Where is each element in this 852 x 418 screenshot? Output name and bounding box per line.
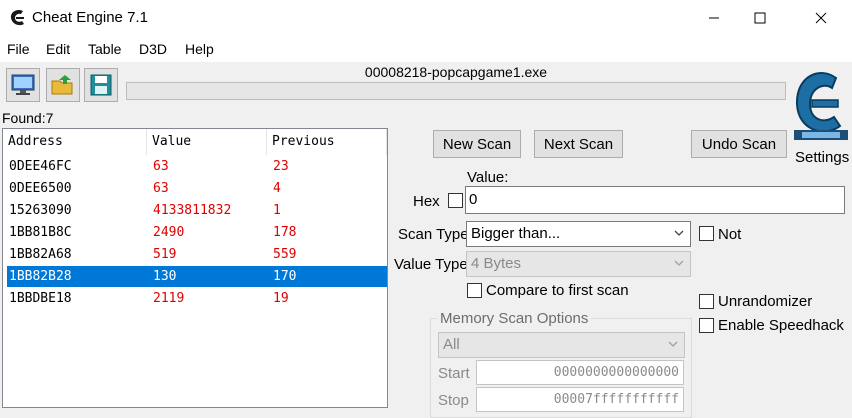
table-row[interactable]: 0DEE6500 63 4 — [7, 178, 387, 199]
row-value: 2490 — [153, 225, 185, 240]
compare-first-scan-checkbox[interactable] — [467, 283, 482, 298]
memory-scan-options-label: Memory Scan Options — [437, 310, 592, 327]
table-row[interactable]: 1BBDBE18 2119 19 — [7, 288, 387, 309]
hex-label: Hex — [413, 193, 440, 210]
value-input[interactable]: 0 — [465, 186, 845, 214]
table-row[interactable]: 1BB82A68 519 559 — [7, 244, 387, 265]
close-button[interactable] — [798, 0, 844, 36]
process-name: 00008218-popcapgame1.exe — [364, 64, 548, 80]
row-address: 0DEE6500 — [9, 181, 72, 196]
table-row[interactable]: 1BB81B8C 2490 178 — [7, 222, 387, 243]
column-header-address[interactable]: Address — [3, 129, 147, 155]
row-address: 1BB81B8C — [9, 225, 72, 240]
unrandomizer-checkbox[interactable] — [699, 294, 714, 309]
found-count: Found:7 — [2, 110, 54, 126]
menu-edit[interactable]: Edit — [46, 41, 70, 57]
row-value: 2119 — [153, 291, 185, 306]
not-label: Not — [718, 226, 742, 243]
memory-region-select[interactable]: All — [438, 332, 685, 358]
row-previous: 23 — [273, 159, 289, 174]
open-folder-icon — [51, 75, 73, 95]
save-disk-icon — [90, 74, 112, 96]
row-value: 63 — [153, 159, 169, 174]
stop-address-input[interactable]: 00007fffffffffff — [476, 387, 684, 412]
scan-type-select[interactable]: Bigger than... — [466, 221, 691, 247]
open-file-button[interactable] — [46, 68, 80, 102]
compare-first-scan-label: Compare to first scan — [486, 282, 629, 299]
value-type-label: Value Type — [394, 256, 468, 273]
menu-table[interactable]: Table — [88, 41, 121, 57]
table-row[interactable]: 1BB82B28 130 170 — [7, 266, 387, 287]
value-type-value: 4 Bytes — [471, 255, 522, 272]
row-previous: 559 — [273, 247, 297, 262]
computer-icon — [11, 74, 35, 95]
start-address-input[interactable]: 0000000000000000 — [476, 360, 684, 385]
chevron-down-icon — [674, 260, 684, 266]
chevron-down-icon — [674, 230, 684, 236]
menu-help[interactable]: Help — [185, 41, 214, 57]
column-header-previous[interactable]: Previous — [267, 129, 387, 155]
memory-region-value: All — [443, 336, 460, 353]
table-row[interactable]: 0DEE46FC 63 23 — [7, 156, 387, 177]
stop-label: Stop — [438, 392, 469, 409]
select-process-button[interactable] — [6, 68, 40, 102]
row-value: 519 — [153, 247, 177, 262]
table-row[interactable]: 15263090 4133811832 1 — [7, 200, 387, 221]
menu-d3d[interactable]: D3D — [139, 41, 167, 57]
row-address: 1BBDBE18 — [9, 291, 72, 306]
row-previous: 170 — [273, 269, 297, 284]
unrandomizer-label: Unrandomizer — [718, 293, 813, 310]
minimize-button[interactable] — [691, 0, 737, 36]
row-previous: 178 — [273, 225, 297, 240]
value-type-select[interactable]: 4 Bytes — [466, 251, 691, 277]
maximize-button[interactable] — [737, 0, 783, 36]
settings-link[interactable]: Settings — [795, 149, 849, 166]
row-address: 15263090 — [9, 203, 72, 218]
column-header-value[interactable]: Value — [147, 129, 267, 155]
chevron-down-icon — [668, 341, 678, 347]
menu-bar — [0, 36, 852, 62]
start-label: Start — [438, 365, 470, 382]
speedhack-label: Enable Speedhack — [718, 317, 844, 334]
row-address: 1BB82B28 — [9, 269, 72, 284]
row-previous: 1 — [273, 203, 281, 218]
menu-file[interactable]: File — [7, 41, 30, 57]
next-scan-button[interactable]: Next Scan — [534, 130, 623, 158]
cheat-engine-big-logo-icon[interactable] — [790, 66, 850, 148]
speedhack-checkbox[interactable] — [699, 318, 714, 333]
row-previous: 19 — [273, 291, 289, 306]
value-label: Value: — [467, 169, 509, 186]
row-value: 63 — [153, 181, 169, 196]
undo-scan-button[interactable]: Undo Scan — [691, 130, 787, 158]
row-address: 1BB82A68 — [9, 247, 72, 262]
scan-type-label: Scan Type — [398, 226, 469, 243]
hex-checkbox[interactable] — [448, 193, 463, 208]
cheat-engine-logo-icon — [8, 8, 28, 28]
not-checkbox[interactable] — [699, 226, 714, 241]
row-value: 4133811832 — [153, 203, 232, 218]
new-scan-button[interactable]: New Scan — [433, 130, 521, 158]
save-button[interactable] — [84, 68, 118, 102]
row-value: 130 — [153, 269, 177, 284]
scan-type-value: Bigger than... — [471, 225, 561, 242]
scan-progress-bar — [126, 82, 786, 100]
scan-results-list[interactable]: Address Value Previous 0DEE46FC 63 23 0DEE6… — [2, 128, 388, 408]
row-address: 0DEE46FC — [9, 159, 72, 174]
window-title: Cheat Engine 7.1 — [32, 9, 148, 26]
row-previous: 4 — [273, 181, 281, 196]
